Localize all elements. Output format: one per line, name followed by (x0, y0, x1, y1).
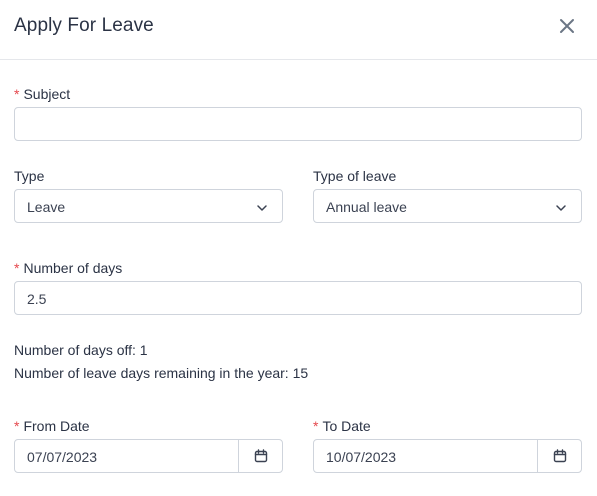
to-date-label: * To Date (313, 418, 371, 434)
subject-label: * Subject (14, 86, 71, 102)
type-select[interactable]: Leave (14, 189, 283, 223)
subject-input[interactable] (14, 107, 582, 141)
dialog-title: Apply For Leave (14, 15, 154, 36)
from-date-input[interactable]: 07/07/2023 (14, 439, 283, 473)
close-icon[interactable] (556, 15, 578, 37)
required-mark: * (14, 260, 20, 276)
calendar-icon[interactable] (238, 440, 282, 472)
type-select-value: Leave (27, 199, 66, 215)
remaining-days-text: Number of leave days remaining in the ye… (14, 365, 309, 381)
required-mark: * (313, 418, 319, 434)
to-date-input[interactable]: 10/07/2023 (313, 439, 582, 473)
chevron-down-icon (256, 201, 268, 213)
dialog-header: Apply For Leave (0, 0, 597, 60)
type-label: Type (14, 168, 45, 184)
type-of-leave-select[interactable]: Annual leave (313, 189, 582, 223)
from-date-label: * From Date (14, 418, 90, 434)
chevron-down-icon (555, 201, 567, 213)
calendar-icon[interactable] (537, 440, 581, 472)
number-of-days-input[interactable]: 2.5 (14, 281, 582, 315)
type-of-leave-value: Annual leave (326, 199, 407, 215)
required-mark: * (14, 418, 20, 434)
days-off-text: Number of days off: 1 (14, 342, 148, 358)
type-of-leave-label: Type of leave (313, 168, 397, 184)
required-mark: * (14, 86, 20, 102)
number-of-days-label: * Number of days (14, 260, 123, 276)
